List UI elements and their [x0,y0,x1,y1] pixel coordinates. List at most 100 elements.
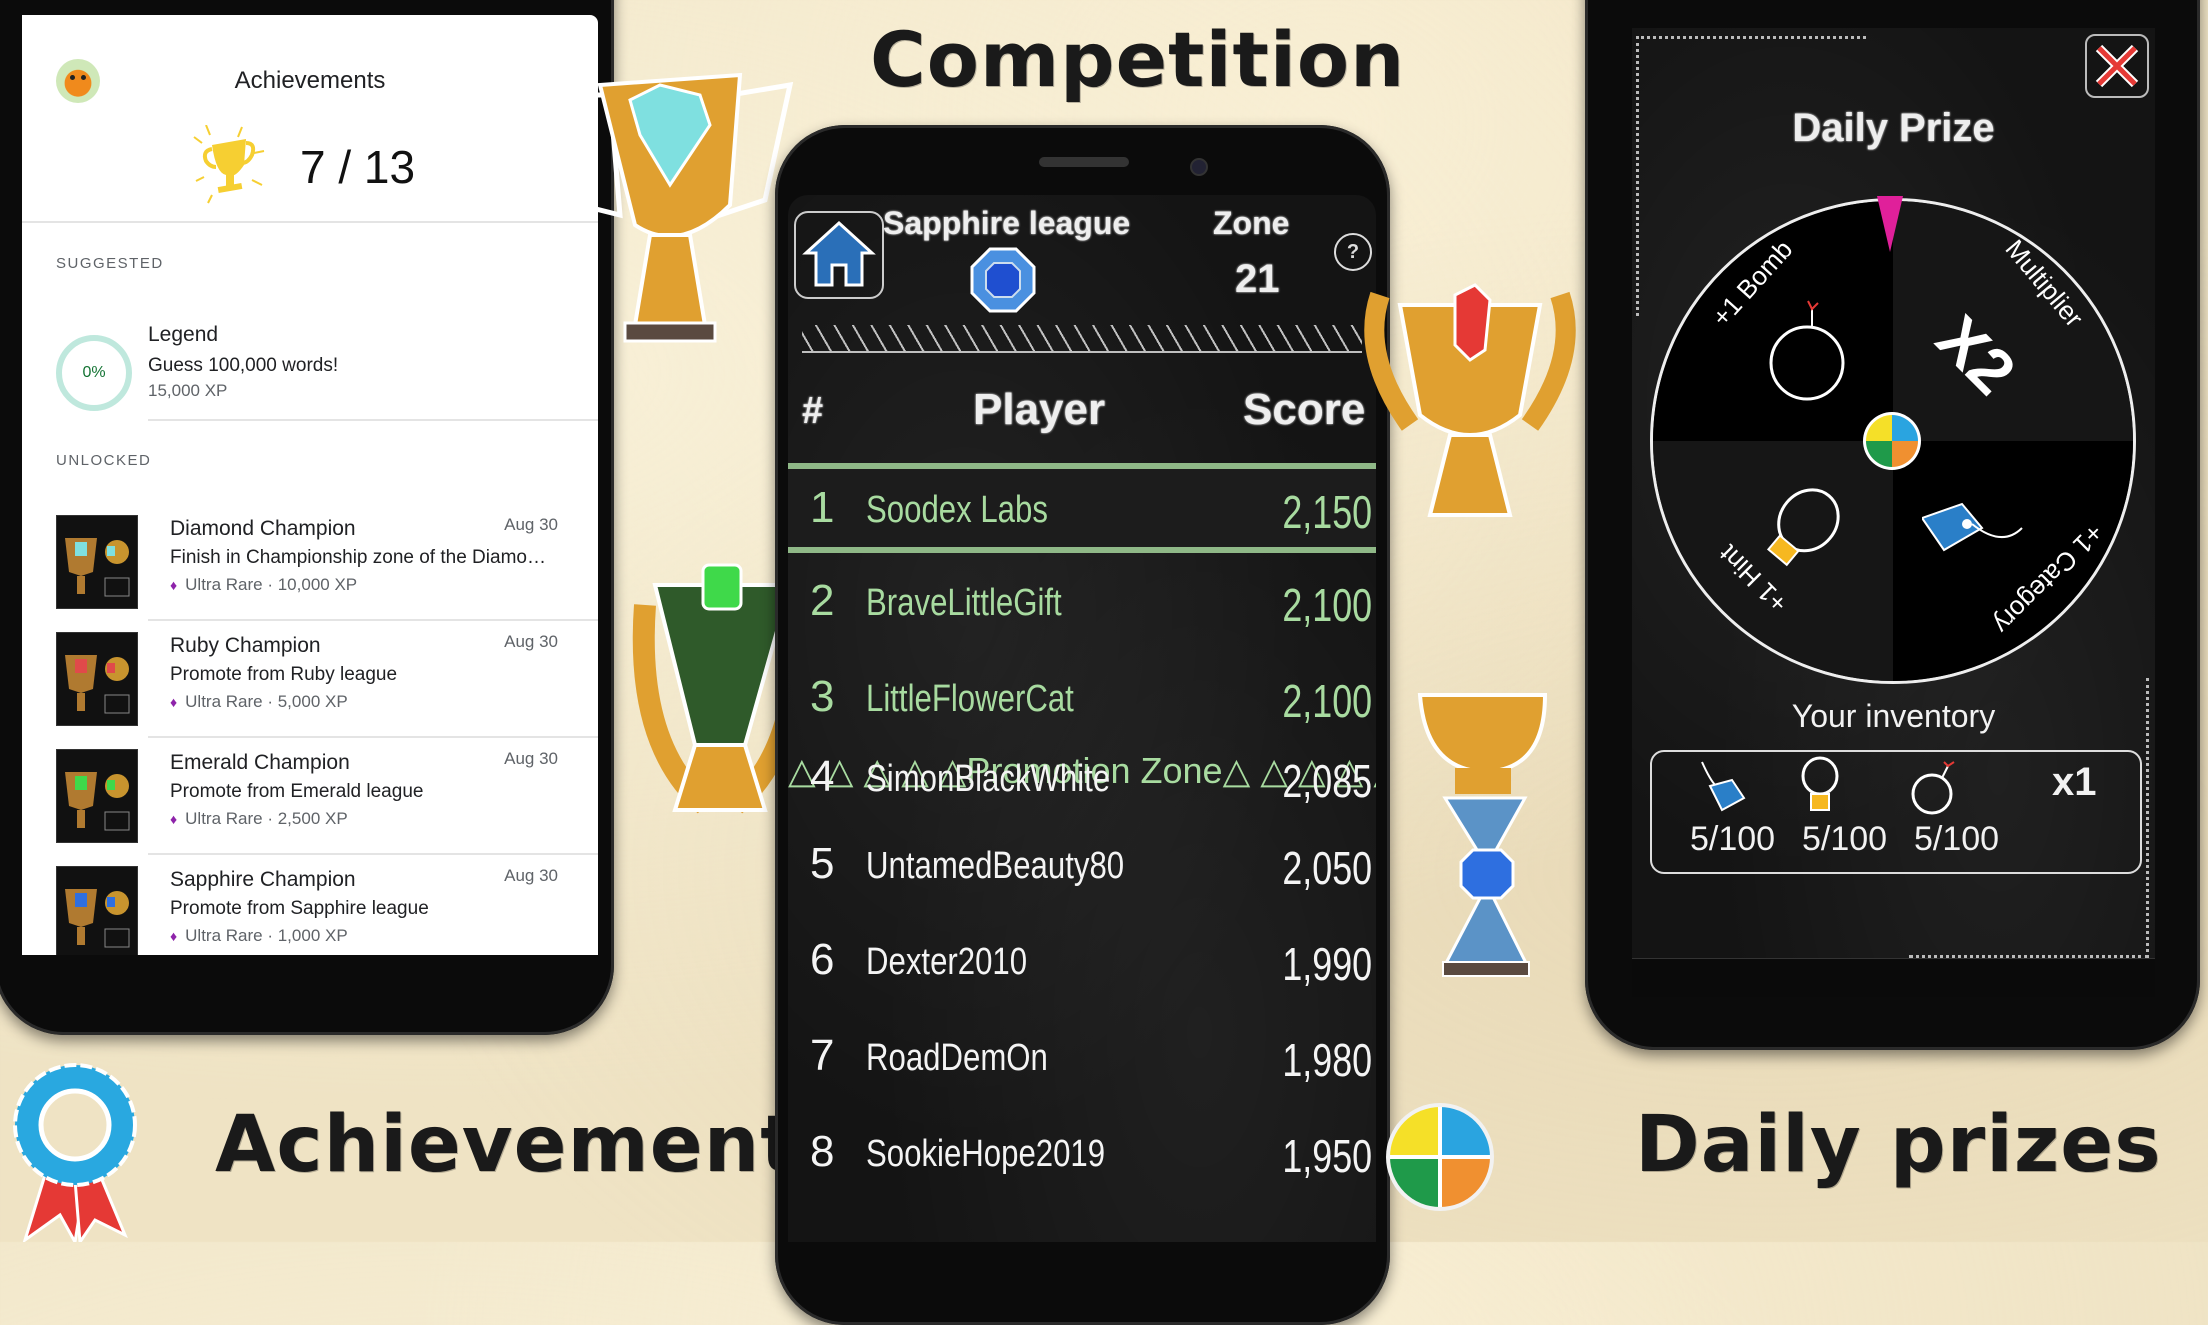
achievement-badge-icon [56,866,138,955]
competition-title: Competition [870,15,1406,104]
row-rank: 3 [810,672,835,721]
leaderboard-row[interactable]: 3 LittleFlowerCat 2,100 [788,658,1376,748]
inventory-lightbulb-count: 5/100 [1802,820,1888,858]
speaker-grille [1039,157,1129,167]
front-camera [1190,158,1208,176]
divider [148,619,598,621]
help-icon: ? [1346,241,1360,263]
row-score: 1,950 [1282,1130,1372,1182]
daily-prizes-title: Daily prizes [1635,1100,2162,1190]
achievement-description: Promote from Ruby league [170,664,398,685]
close-button[interactable] [2085,34,2149,98]
progress-label: 0% [82,364,106,381]
achievement-xp: 15,000 XP [148,381,228,400]
row-score: 2,100 [1282,675,1372,727]
achievement-item[interactable]: Ruby Champion Promote from Ruby league ♦ Ul… [56,632,588,748]
inventory-bomb-icon [1911,761,1955,815]
sapphire-gem-icon [970,247,1036,313]
row-score: 2,050 [1282,842,1372,894]
ultra-rare-gem-icon: ♦ [170,577,178,593]
daily-prize-screen: Daily Prize +1 Bomb Multiplier +1 Catego… [1632,28,2155,958]
suggested-achievement[interactable]: Legend Guess 100,000 words! 15,000 XP [148,323,338,401]
inventory-title: Your inventory [1791,698,1996,734]
achievement-item[interactable]: Emerald Champion Promote from Emerald lea… [56,749,588,865]
divider [22,221,598,223]
achievement-badge-icon [56,749,138,843]
progress-ring: 0% [56,335,132,411]
row-player: UntamedBeauty80 [866,845,1125,887]
achievement-date: Aug 30 [504,632,558,651]
achievement-meta: ♦ Ultra Rare · 10,000 XP [170,575,357,595]
achievement-name: Ruby Champion [170,634,321,657]
unlocked-section-label: UNLOCKED [56,452,152,469]
row-player: RoadDemOn [866,1037,1048,1079]
diamond-trophy-icon [546,72,794,343]
bottom-nav-bar [1632,958,2155,997]
achievement-meta: ♦ Ultra Rare · 1,000 XP [170,926,348,946]
sapphire-trophy-icon [1417,693,1548,977]
home-icon [802,220,876,287]
page-title: Achievements [234,67,386,94]
home-button[interactable] [794,211,884,299]
divider [148,853,598,855]
leaderboard-row[interactable]: 4 SimonBlackWhite 2,085 [788,738,1376,828]
column-player: Player [973,385,1106,434]
achievement-item[interactable]: Diamond Champion Finish in Championship z… [56,515,588,631]
gold-trophy-icon [193,125,265,204]
inventory-tag-icon [1701,761,1746,812]
row-player: Dexter2010 [866,941,1028,983]
inventory-multiplier: x1 [2052,760,2097,804]
achievement-item[interactable]: Sapphire Champion Promote from Sapphire l… [56,866,588,955]
leaderboard-row[interactable]: 6 Dexter2010 1,990 [788,921,1376,1011]
row-score: 2,150 [1282,486,1372,538]
category-ball-icon [1386,1103,1494,1211]
leaderboard-row[interactable]: 2 BraveLittleGift 2,100 [788,562,1376,652]
row-score: 1,980 [1282,1034,1372,1086]
row-rank: 6 [810,935,835,984]
achievement-date: Aug 30 [504,866,558,885]
row-player: SookieHope2019 [866,1133,1106,1175]
row-player: SimonBlackWhite [866,758,1111,800]
achievement-name: Sapphire Champion [170,868,356,891]
lightbulb-icon [1766,488,1840,567]
chalk-frame-top [1636,36,1866,39]
inventory-tag-count: 5/100 [1690,820,1776,858]
inventory-panel: x1 5/100 5/100 5/100 [1650,750,2142,874]
achievement-description: Promote from Emerald league [170,781,424,802]
achievement-description: Promote from Sapphire league [170,898,429,919]
inventory-bomb-count: 5/100 [1914,820,2000,858]
achievement-count: 7 / 13 [300,141,416,193]
achievement-meta: ♦ Ultra Rare · 2,500 XP [170,809,348,829]
ultra-rare-gem-icon: ♦ [170,694,178,710]
leaderboard-row[interactable]: 5 UntamedBeauty80 2,050 [788,825,1376,915]
vine-divider [802,325,1362,353]
row-score: 1,990 [1282,938,1372,990]
wheel-center-icon[interactable] [1861,410,1923,472]
achievement-date: Aug 30 [504,749,558,768]
achievement-name: Diamond Champion [170,517,356,540]
leaderboard-row[interactable]: 8 SookieHope2019 1,950 [788,1113,1376,1203]
suggested-section-label: SUGGESTED [56,255,164,272]
leaderboard-screen: Sapphire league Zone 21 ? # Player Score… [788,195,1376,1242]
divider [148,419,598,421]
help-button[interactable]: ? [1334,233,1372,271]
column-rank: # [802,390,824,432]
zone-label: Zone [1213,205,1290,241]
achievement-description: Finish in Championship zone of the Diamo… [170,547,546,568]
rarity-xp: Ultra Rare · 2,500 XP [185,809,348,828]
row-rank: 5 [810,839,835,888]
daily-prize-title: Daily Prize [1792,106,1995,150]
inventory-lightbulb-icon [1801,756,1839,811]
leaderboard-row[interactable]: 1 Soodex Labs 2,150 [788,463,1376,553]
achievements-title: Achievements [215,1100,846,1190]
leaderboard-row[interactable]: 7 RoadDemOn 1,980 [788,1017,1376,1107]
row-rank: 7 [810,1031,835,1080]
row-rank: 1 [810,483,835,532]
achievement-name: Emerald Champion [170,751,350,774]
achievements-screen: Achievements 7 / 13 SUGGESTED 0% Legend … [22,15,598,955]
row-rank: 4 [810,752,835,801]
divider [148,736,598,738]
column-score: Score [1243,385,1366,434]
ultra-rare-gem-icon: ♦ [170,928,178,944]
chalk-frame-left [1636,36,1639,316]
